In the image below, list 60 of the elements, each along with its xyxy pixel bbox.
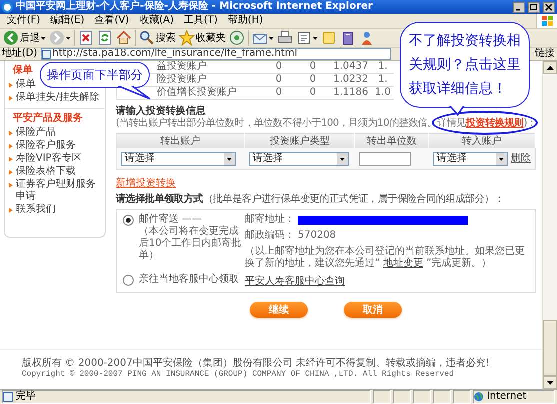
menu-item[interactable]: 文件(F)	[2, 14, 46, 28]
sidebar-item[interactable]: 保险表格下载	[9, 166, 76, 178]
column-header: 转入账户	[428, 134, 536, 148]
sidebar-heading: 平安产品及服务	[13, 113, 83, 125]
address-note: （以上邮寄地址为您在本公司登记的当前联系地址。如果您已更换了新的地址，建议您先通过“ 地址变更 ”完成更新。）	[245, 246, 526, 270]
add-transfer-link[interactable]: 新增投资转换	[116, 178, 176, 190]
option-label: 邮件寄送 ——	[139, 214, 202, 226]
links-button[interactable]: 链接	[535, 48, 555, 60]
address-label: 邮寄地址：	[245, 214, 295, 226]
table-cell: 0	[262, 61, 296, 74]
sidebar-item[interactable]: 寿险VIP客专区	[9, 153, 82, 165]
favorites-button[interactable]: 收藏夹	[178, 29, 227, 47]
table-cell: 0	[296, 86, 330, 100]
rules-link[interactable]: 投资转换规则	[466, 118, 524, 129]
window-title: 中国平安网上理财-个人客户-保险-人寿保险 - Microsoft Internet Explorer	[16, 0, 374, 14]
sidebar-item[interactable]: 保险客户服务	[9, 140, 76, 152]
postcode-value: 570208	[298, 230, 336, 242]
table-cell: 1.	[372, 61, 394, 74]
sidebar-item[interactable]: 保险产品	[9, 127, 56, 139]
menu-item[interactable]: 编辑(E)	[46, 14, 90, 28]
delivery-prompt: 请选择批单领取方式（批单是客户进行保单变更的正式凭证，属于保险合同的组成部分）：	[116, 194, 506, 206]
callout: 不了解投资转换相关规则？点击这里获取详细信息！	[400, 22, 530, 108]
address-change-link[interactable]: 地址变更	[383, 258, 424, 269]
table-cell: 0	[296, 61, 330, 74]
column-header: 转出账户	[116, 134, 245, 148]
table-cell: 0	[262, 74, 296, 86]
table-cell: 1.	[372, 74, 394, 86]
dropdown[interactable]: 请选择	[432, 152, 508, 166]
option-label: 亲往当地客服中心领取	[139, 274, 239, 286]
sidebar-item[interactable]: 证券客户理财服务申请	[9, 179, 105, 203]
search-button[interactable]: 搜索	[138, 29, 177, 47]
table-cell: 1.0	[372, 86, 394, 100]
menu-item[interactable]: 帮助(H)	[222, 14, 268, 28]
dropdown[interactable]: 请选择	[248, 152, 349, 166]
table-cell: 0	[262, 86, 296, 100]
table-cell: 0	[296, 74, 330, 86]
menu-item[interactable]: 查看(V)	[90, 14, 134, 28]
form-title: 请输入投资转换信息	[116, 106, 206, 118]
menu-item[interactable]: 收藏(A)	[134, 14, 179, 28]
sidebar-item[interactable]: 保单	[9, 79, 36, 91]
dropdown[interactable]: 请选择	[121, 152, 236, 166]
sidebar-heading: 保单	[13, 65, 33, 77]
zone-text: Internet	[487, 391, 527, 403]
status-text: 完毕	[16, 391, 36, 403]
column-header: 投资账户类型	[244, 134, 355, 148]
postcode-label: 邮政编码：	[245, 230, 295, 242]
address-label: 地址(D)	[2, 48, 38, 60]
column-header: 转出单位数	[354, 134, 429, 148]
copyright-text: 版权所有 © 2000-2007中国平安保险（集团）股份有限公司 未经许可不得复制、转载或摘编，违者必究!	[22, 357, 492, 370]
sidebar-item[interactable]: 联系我们	[9, 204, 56, 216]
service-center-link[interactable]: 平安人寿客服中心查询	[245, 276, 345, 287]
menu-item[interactable]: 工具(T)	[179, 14, 223, 28]
sidebar-item[interactable]: 保单挂失/挂失解除	[9, 92, 100, 104]
table-cell: 1.1186	[330, 86, 372, 100]
delete-link[interactable]: 删除	[511, 153, 531, 164]
back-button[interactable]: 后退	[2, 29, 47, 47]
copyright-text: Copyright © 2000-2007 PING AN INSURANCE (GROUP) COMPANY OF CHINA ,LTD. All Rights Reserved	[22, 370, 456, 379]
table-cell: 1.0232	[330, 74, 372, 86]
table-cell: 1.0437	[330, 61, 372, 74]
option-note: （本公司将在变更完成后10个工作日内邮寄批单）	[138, 226, 243, 262]
